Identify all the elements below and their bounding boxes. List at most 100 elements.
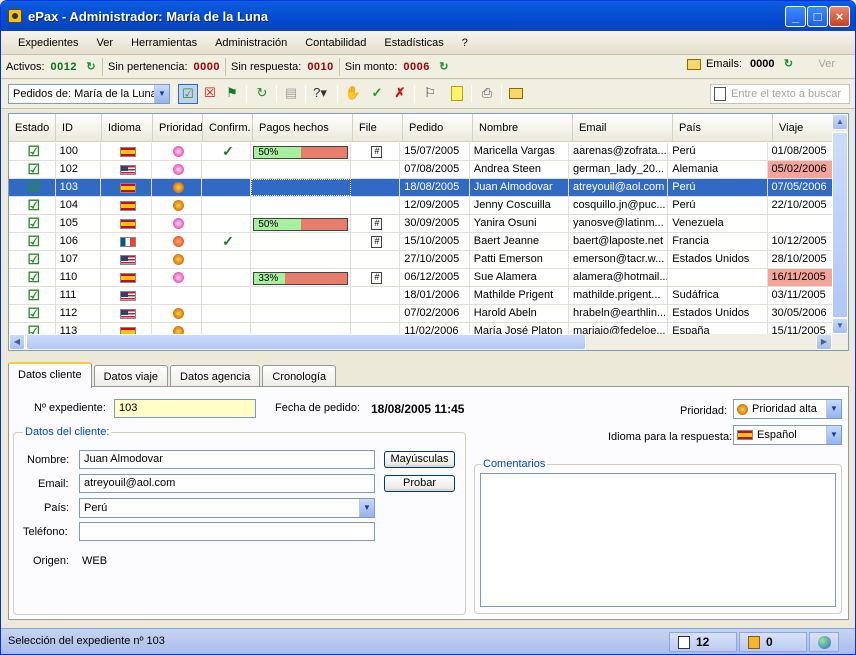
table-row[interactable]: ☑ 105 50% #30/09/2005 Yanira Osuni yanosve@la… — [9, 215, 834, 233]
title-bar[interactable]: ePax - Administrador: María de la Luna _… — [1, 1, 855, 31]
telefono-field[interactable] — [79, 522, 375, 541]
prioridad-select[interactable]: Prioridad alta ▼ — [733, 399, 842, 419]
refresh-icon[interactable]: ↻ — [85, 61, 97, 73]
vertical-scroll-thumb[interactable] — [832, 132, 848, 318]
file-cell[interactable]: # — [351, 215, 401, 232]
email-field[interactable]: atreyouil@aol.com — [79, 474, 375, 493]
counter-sin-pertenencia[interactable]: Sin pertenencia: 0000 — [103, 57, 226, 76]
flag-filter-icon[interactable]: ⚑ — [222, 84, 242, 104]
file-cell[interactable]: # — [351, 269, 401, 286]
handshake-icon[interactable]: ✋ — [343, 84, 363, 104]
table-row[interactable]: ☑ 110 33% #06/12/2005 Sue Alamera alamera@hot… — [9, 269, 834, 287]
tab-datos-cliente[interactable]: Datos cliente — [8, 362, 92, 388]
file-cell[interactable] — [351, 287, 401, 304]
file-icon[interactable]: # — [371, 218, 383, 230]
refresh-icon[interactable]: ↻ — [438, 61, 450, 73]
close-button[interactable]: × — [829, 6, 850, 27]
file-cell[interactable]: # — [351, 143, 401, 160]
horizontal-scroll-thumb[interactable] — [26, 334, 586, 350]
refresh-icon[interactable]: ↻ — [782, 58, 794, 70]
menu-herramientas[interactable]: Herramientas — [122, 37, 206, 49]
table-row[interactable]: ☑ 103 18/08/2005 Juan Almodovar atreyouil@ao… — [9, 179, 834, 197]
vertical-scrollbar[interactable]: ▲ ▼ — [832, 114, 848, 334]
col-estado[interactable]: Estado — [9, 114, 56, 141]
search-input[interactable]: Entre el texto a buscar — [710, 84, 850, 104]
ver-emails-button[interactable]: Ver — [818, 58, 835, 70]
menu-expedientes[interactable]: Expedientes — [1, 37, 88, 49]
probar-button[interactable]: Probar — [384, 475, 455, 492]
emails-counter[interactable]: Emails: 0000 ↻ Ver — [686, 58, 835, 70]
comentarios-textarea[interactable] — [480, 473, 836, 607]
refresh-icon[interactable]: ↻ — [252, 84, 272, 104]
menu-contabilidad[interactable]: Contabilidad — [296, 37, 375, 49]
maximize-button[interactable]: □ — [807, 6, 828, 27]
col-nombre[interactable]: Nombre — [473, 114, 573, 141]
reject-icon[interactable]: ✗ — [390, 84, 410, 104]
chevron-down-icon[interactable]: ▼ — [826, 426, 841, 444]
scroll-right-icon[interactable]: ▶ — [816, 334, 832, 350]
nombre-field[interactable]: Juan Almodovar — [79, 450, 375, 469]
table-row[interactable]: ☑ 100 ✓ 50% #15/07/2005 Maricella Vargas aaren… — [9, 143, 834, 161]
col-email[interactable]: Email — [573, 114, 673, 141]
col-confirm[interactable]: Confirm. — [203, 114, 253, 141]
email-icon[interactable] — [506, 84, 526, 104]
menu-help[interactable]: ? — [453, 37, 477, 49]
col-prioridad[interactable]: Prioridad — [153, 114, 203, 141]
scroll-left-icon[interactable]: ◀ — [9, 334, 25, 350]
table-row[interactable]: ☑ 104 12/09/2005 Jenny Coscuilla cosquillo.j… — [9, 197, 834, 215]
help-dropdown-icon[interactable]: ?▾ — [310, 84, 330, 104]
chevron-down-icon[interactable]: ▼ — [826, 400, 841, 418]
chevron-down-icon[interactable]: ▼ — [359, 499, 374, 517]
col-pedido[interactable]: Pedido — [403, 114, 473, 141]
col-viaje[interactable]: Viaje — [773, 114, 839, 141]
col-idioma[interactable]: Idioma — [102, 114, 153, 141]
docs-counter[interactable]: 12 — [669, 632, 737, 652]
scroll-up-icon[interactable]: ▲ — [832, 114, 848, 130]
expediente-field[interactable]: 103 — [114, 399, 256, 418]
pais-select[interactable]: Perú ▼ — [79, 498, 375, 518]
menu-administracion[interactable]: Administración — [206, 37, 296, 49]
idioma-select[interactable]: Español ▼ — [733, 425, 842, 445]
minimize-button[interactable]: _ — [785, 6, 806, 27]
mayusculas-button[interactable]: Mayúsculas — [384, 451, 455, 468]
col-pais[interactable]: País — [673, 114, 773, 141]
alerts-counter[interactable]: 0 — [739, 632, 807, 652]
file-cell[interactable] — [351, 251, 401, 268]
file-cell[interactable]: # — [351, 233, 401, 250]
note-icon[interactable] — [447, 84, 467, 104]
table-row[interactable]: ☑ 112 07/02/2006 Harold Abeln hrabeln@earthl… — [9, 305, 834, 323]
flag-icon[interactable]: ⚐ — [420, 84, 440, 104]
file-icon[interactable]: # — [371, 272, 383, 284]
cancel-filter-icon[interactable]: ☒ — [200, 84, 220, 104]
menu-estadisticas[interactable]: Estadísticas — [375, 37, 452, 49]
accept-icon[interactable]: ✓ — [367, 84, 387, 104]
file-cell[interactable] — [351, 161, 401, 178]
tab-cronologia[interactable]: Cronología — [262, 365, 337, 388]
col-pagos[interactable]: Pagos hechos — [253, 114, 353, 141]
counter-sin-respuesta[interactable]: Sin respuesta: 0010 — [226, 57, 340, 76]
file-cell[interactable] — [351, 179, 401, 196]
expedientes-table[interactable]: Estado ID Idioma Prioridad Confirm. Pago… — [8, 113, 849, 351]
table-row[interactable]: ☑ 106 ✓ #15/10/2005 Baert Jeanne baert@lapost… — [9, 233, 834, 251]
counter-sin-monto[interactable]: Sin monto: 0006 ↻ — [340, 58, 455, 76]
counter-activos[interactable]: Activos: 0012 ↻ — [1, 57, 103, 76]
pedidos-combo[interactable]: Pedidos de: María de la Luna ▼ — [8, 84, 170, 104]
col-id[interactable]: ID — [56, 114, 102, 141]
col-file[interactable]: File — [353, 114, 403, 141]
table-row[interactable]: ☑ 107 27/10/2005 Patti Emerson emerson@tacr.… — [9, 251, 834, 269]
file-icon[interactable]: # — [371, 236, 383, 248]
horizontal-scrollbar[interactable]: ◀ ▶ — [9, 334, 848, 350]
tab-datos-agencia[interactable]: Datos agencia — [170, 365, 261, 388]
file-cell[interactable] — [351, 197, 401, 214]
file-cell[interactable] — [351, 305, 401, 322]
file-icon[interactable]: # — [371, 146, 383, 158]
table-row[interactable]: ☑ 111 18/01/2006 Mathilde Prigent mathilde.p… — [9, 287, 834, 305]
table-row[interactable]: ☑ 102 07/08/2005 Andrea Steen german_lady_20… — [9, 161, 834, 179]
print-icon[interactable]: ⎙ — [477, 84, 497, 104]
scroll-down-icon[interactable]: ▼ — [832, 318, 848, 334]
tab-datos-viaje[interactable]: Datos viaje — [93, 365, 169, 388]
check-filter-icon[interactable]: ☑ — [178, 84, 198, 104]
chevron-down-icon[interactable]: ▼ — [154, 85, 169, 103]
menu-ver[interactable]: Ver — [88, 37, 123, 49]
globe-icon[interactable] — [809, 632, 839, 652]
